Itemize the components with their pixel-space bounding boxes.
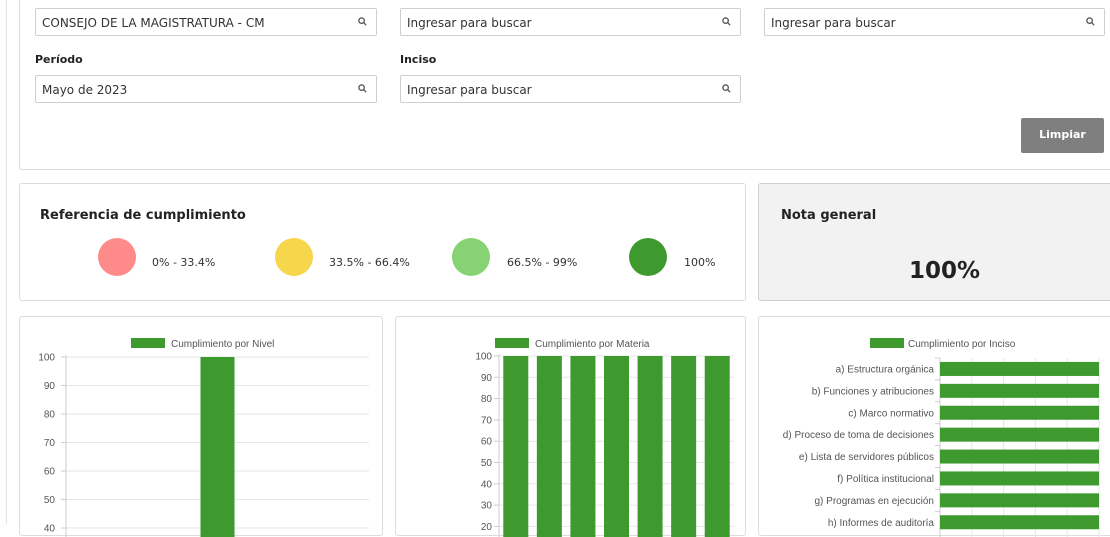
- y-tick-label: 90: [44, 381, 56, 392]
- bar: [704, 356, 730, 537]
- reference-card: Referencia de cumplimiento 0% - 33.4% 33…: [19, 183, 746, 301]
- bar: [200, 357, 235, 537]
- reference-title: Referencia de cumplimiento: [40, 208, 246, 223]
- y-tick-label: 100: [475, 352, 492, 363]
- reference-circle-full: [629, 238, 667, 276]
- legend-swatch: [870, 338, 904, 348]
- search-icon: [358, 17, 367, 26]
- reference-circle-mid: [275, 238, 313, 276]
- bar: [940, 493, 1099, 508]
- reference-label-mid: 33.5% - 66.4%: [329, 256, 410, 269]
- bar: [940, 383, 1099, 398]
- search-icon: [1086, 17, 1095, 26]
- bar: [940, 449, 1099, 464]
- inciso-search-placeholder: Ingresar para buscar: [407, 83, 532, 97]
- category-label: d) Proceso de toma de decisiones: [783, 430, 934, 441]
- legend-swatch: [131, 338, 165, 348]
- y-tick-label: 30: [481, 501, 493, 512]
- bar: [604, 356, 629, 537]
- category-label: g) Programas en ejecución: [814, 496, 934, 507]
- category-label: b) Funciones y atribuciones: [812, 386, 934, 397]
- general-score-value: 100%: [909, 258, 981, 284]
- chart-nivel: Cumplimiento por Nivel 100 90 80 70 60 50 40: [38, 338, 369, 537]
- category-label: c) Marco normativo: [848, 408, 934, 419]
- legend-label: Cumplimiento por Inciso: [908, 339, 1016, 350]
- reference-circle-high: [452, 238, 490, 276]
- bar: [940, 471, 1099, 486]
- bar: [503, 356, 529, 537]
- search-icon: [358, 84, 367, 93]
- search-input-2-placeholder: Ingresar para buscar: [407, 16, 532, 30]
- y-tick-label: 50: [481, 458, 493, 469]
- entity-search-field[interactable]: CONSEJO DE LA MAGISTRATURA - CM: [35, 8, 377, 36]
- clear-button[interactable]: Limpiar: [1021, 118, 1104, 153]
- bar: [940, 405, 1099, 420]
- y-tick-label: 70: [44, 438, 56, 449]
- legend-label: Cumplimiento por Nivel: [171, 339, 274, 350]
- category-label: e) Lista de servidores públicos: [799, 452, 934, 463]
- bar: [570, 356, 596, 537]
- search-input-2[interactable]: Ingresar para buscar: [400, 8, 741, 36]
- category-label: h) Informes de auditoría: [828, 518, 935, 529]
- search-input-3[interactable]: Ingresar para buscar: [764, 8, 1105, 36]
- legend-swatch: [495, 338, 529, 348]
- chart-card-inciso: Cumplimiento por Inciso a) Estructura or…: [758, 316, 1110, 537]
- y-tick-label: 50: [44, 495, 56, 506]
- period-search-field[interactable]: Mayo de 2023: [35, 75, 377, 103]
- inciso-search-input[interactable]: Ingresar para buscar: [400, 75, 741, 103]
- bar: [940, 427, 1099, 442]
- period-search-value: Mayo de 2023: [42, 83, 128, 97]
- page-left-border: [6, 0, 7, 524]
- bar: [940, 361, 1099, 376]
- bar: [536, 356, 562, 537]
- search-icon: [722, 84, 731, 93]
- general-score-title: Nota general: [781, 208, 877, 223]
- reference-circle-low: [98, 238, 136, 276]
- y-tick-label: 80: [481, 394, 493, 405]
- y-tick-label: 40: [481, 479, 493, 490]
- bar: [671, 356, 697, 537]
- y-tick-label: 80: [44, 410, 56, 421]
- y-tick-label: 70: [481, 415, 493, 426]
- reference-label-high: 66.5% - 99%: [507, 256, 578, 269]
- chart-card-materia: Cumplimiento por Materia 100 90 80 70 60 50 40…: [395, 316, 746, 537]
- reference-label-low: 0% - 33.4%: [152, 256, 216, 269]
- y-tick-label: 60: [44, 467, 56, 478]
- entity-search-value: CONSEJO DE LA MAGISTRATURA - CM: [42, 16, 265, 30]
- reference-label-full: 100%: [684, 256, 716, 269]
- y-tick-label: 90: [481, 373, 493, 384]
- search-icon: [722, 17, 731, 26]
- legend-label: Cumplimiento por Materia: [535, 339, 650, 350]
- y-tick-label: 100: [38, 353, 55, 364]
- y-tick-label: 40: [44, 524, 56, 535]
- category-label: f) Política institucional: [837, 474, 934, 485]
- search-input-3-placeholder: Ingresar para buscar: [771, 16, 896, 30]
- chart-inciso: Cumplimiento por Inciso a) Estructura or…: [783, 338, 1100, 537]
- bar: [637, 356, 663, 537]
- bar: [940, 515, 1099, 530]
- chart-materia: Cumplimiento por Materia 100 90 80 70 60 50 40…: [475, 338, 734, 537]
- y-tick-label: 60: [481, 437, 493, 448]
- chart-card-nivel: Cumplimiento por Nivel 100 90 80 70 60 50 40: [19, 316, 383, 537]
- general-score-card: Nota general 100%: [758, 183, 1110, 301]
- category-label: a) Estructura orgánica: [836, 364, 935, 375]
- period-label: Período: [35, 53, 83, 66]
- inciso-label: Inciso: [400, 53, 437, 66]
